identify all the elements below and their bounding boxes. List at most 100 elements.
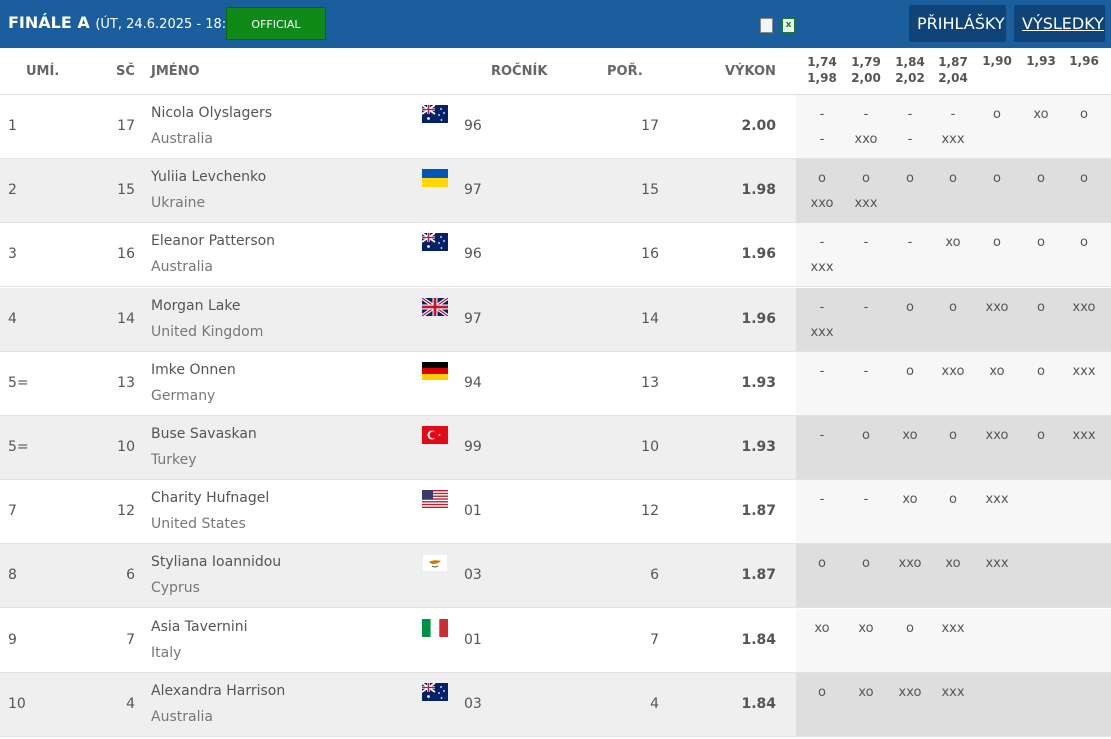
birth-year-cell: 94 xyxy=(464,375,482,391)
attempt-cell: o xyxy=(906,300,914,315)
athlete-country: Turkey xyxy=(151,452,197,468)
flag-australia-icon xyxy=(422,233,448,251)
height-value: 1,90 xyxy=(982,54,1012,68)
bib-cell: 4 xyxy=(126,696,135,712)
birth-year-cell: 03 xyxy=(464,567,482,583)
athlete-name[interactable]: Nicola Olyslagers xyxy=(151,105,272,121)
attempt-cell: xxo xyxy=(810,196,834,211)
attempt-cell: xxx xyxy=(941,685,965,700)
rank-cell: 2 xyxy=(8,182,17,198)
attempt-cell: xo xyxy=(858,685,874,700)
athlete-country: Australia xyxy=(151,131,213,147)
height-value: 1,74 xyxy=(807,55,837,69)
export-excel-icon[interactable]: x xyxy=(782,18,795,33)
order-cell: 16 xyxy=(641,246,659,262)
birth-year-cell: 97 xyxy=(464,182,482,198)
bib-cell: 10 xyxy=(117,439,135,455)
result-cell: 1.87 xyxy=(741,503,776,519)
attempt-cell: o xyxy=(818,685,826,700)
col-rank[interactable]: UMÍ. xyxy=(26,64,59,79)
attempt-cell: xxo xyxy=(1072,300,1096,315)
result-cell: 1.93 xyxy=(741,375,776,391)
order-cell: 7 xyxy=(650,632,659,648)
bib-cell: 17 xyxy=(117,118,135,134)
table-row[interactable]: 10 4 Alexandra Harrison Australia 03 4 1.84 o xo… xyxy=(0,673,1111,737)
col-year[interactable]: ROČNÍK xyxy=(491,64,547,79)
attempt-cell: o xyxy=(906,621,914,636)
col-name[interactable]: JMÉNO xyxy=(151,64,200,79)
result-cell: 1.84 xyxy=(741,696,776,712)
table-row[interactable]: 7 12 Charity Hufnagel United States 01 12 1.87… xyxy=(0,480,1111,544)
athlete-name[interactable]: Buse Savaskan xyxy=(151,426,257,442)
col-bib[interactable]: SČ xyxy=(116,64,135,79)
export-pdf-icon[interactable] xyxy=(760,18,773,33)
bib-cell: 6 xyxy=(126,567,135,583)
table-row[interactable]: 5= 10 Buse Savaskan Turkey 99 10 1.93 - o xo o xxo o… xyxy=(0,416,1111,480)
attempt-cell: o xyxy=(906,171,914,186)
attempt-cell: o xyxy=(862,428,870,443)
table-row[interactable]: 5= 13 Imke Onnen Germany 94 13 1.93 - - o xxo xo o xx… xyxy=(0,352,1111,416)
attempt-cell: o xyxy=(1080,235,1088,250)
athlete-name[interactable]: Styliana Ioannidou xyxy=(151,554,281,570)
height-value: 1,98 xyxy=(807,71,837,85)
rank-cell: 10 xyxy=(8,696,26,712)
col-result[interactable]: VÝKON xyxy=(725,64,776,79)
bib-cell: 15 xyxy=(117,182,135,198)
attempt-cell: o xyxy=(949,492,957,507)
event-title: FINÁLE A (ÚT, 24.6.2025 - 18:30) xyxy=(8,13,248,32)
height-value: 1,79 xyxy=(851,55,881,69)
attempt-cell: o xyxy=(1037,428,1045,443)
table-row[interactable]: 3 16 Eleanor Patterson Australia 96 16 1.96 - - -… xyxy=(0,223,1111,287)
attempt-cell: o xyxy=(993,171,1001,186)
attempt-cell: xo xyxy=(1033,107,1049,122)
table-row[interactable]: 4 14 Morgan Lake United Kingdom 97 14 1.96 - - o o… xyxy=(0,288,1111,352)
height-value: 2,02 xyxy=(895,71,925,85)
flag-uk-icon xyxy=(422,298,448,316)
rank-cell: 5= xyxy=(8,439,29,455)
order-cell: 17 xyxy=(641,118,659,134)
attempt-cell: o xyxy=(862,556,870,571)
athlete-name[interactable]: Imke Onnen xyxy=(151,362,236,378)
athlete-name[interactable]: Yuliia Levchenko xyxy=(151,169,266,185)
athlete-name[interactable]: Charity Hufnagel xyxy=(151,490,269,506)
attempt-cell: - xyxy=(863,300,869,315)
attempt-cell: o xyxy=(1037,235,1045,250)
attempt-cell: - xyxy=(819,235,825,250)
table-row[interactable]: 8 6 Styliana Ioannidou Cyprus 03 6 1.87 o o xxo xo… xyxy=(0,544,1111,608)
athlete-name[interactable]: Asia Tavernini xyxy=(151,619,248,635)
col-order[interactable]: POŘ. xyxy=(607,64,643,79)
table-row[interactable]: 2 15 Yuliia Levchenko Ukraine 97 15 1.98 o o o o o o… xyxy=(0,159,1111,223)
athlete-country: Australia xyxy=(151,259,213,275)
order-cell: 13 xyxy=(641,375,659,391)
entries-button[interactable]: PŘIHLÁŠKY xyxy=(909,5,1006,42)
results-button[interactable]: VÝSLEDKY xyxy=(1014,5,1105,42)
rank-cell: 9 xyxy=(8,632,17,648)
result-cell: 1.87 xyxy=(741,567,776,583)
table-row[interactable]: 9 7 Asia Tavernini Italy 01 7 1.84 xo xo o xxx xyxy=(0,609,1111,673)
event-date: (ÚT, 24.6.2025 - 18:30) xyxy=(95,17,248,32)
result-cell: 1.96 xyxy=(741,311,776,327)
birth-year-cell: 01 xyxy=(464,632,482,648)
attempts-panel xyxy=(796,609,1111,672)
athlete-country: Ukraine xyxy=(151,195,206,211)
flag-germany-icon xyxy=(422,362,448,380)
attempt-cell: xxo xyxy=(985,428,1009,443)
athlete-name[interactable]: Morgan Lake xyxy=(151,298,241,314)
top-bar: FINÁLE A (ÚT, 24.6.2025 - 18:30) OFFICIA… xyxy=(0,0,1111,48)
attempt-cell: xxx xyxy=(1072,428,1096,443)
athlete-name[interactable]: Alexandra Harrison xyxy=(151,683,285,699)
table-row[interactable]: 1 17 Nicola Olyslagers Australia 96 17 2.00 - - -… xyxy=(0,95,1111,159)
bib-cell: 13 xyxy=(117,375,135,391)
attempt-cell: - xyxy=(819,492,825,507)
height-value: 1,87 xyxy=(938,55,968,69)
attempt-cell: - xyxy=(863,107,869,122)
bib-cell: 7 xyxy=(126,632,135,648)
bib-cell: 16 xyxy=(117,246,135,262)
flag-ukraine-icon xyxy=(422,169,448,187)
result-cell: 1.98 xyxy=(741,182,776,198)
athlete-name[interactable]: Eleanor Patterson xyxy=(151,233,275,249)
order-cell: 12 xyxy=(641,503,659,519)
attempt-cell: xo xyxy=(945,556,961,571)
birth-year-cell: 97 xyxy=(464,311,482,327)
attempt-cell: - xyxy=(950,107,956,122)
